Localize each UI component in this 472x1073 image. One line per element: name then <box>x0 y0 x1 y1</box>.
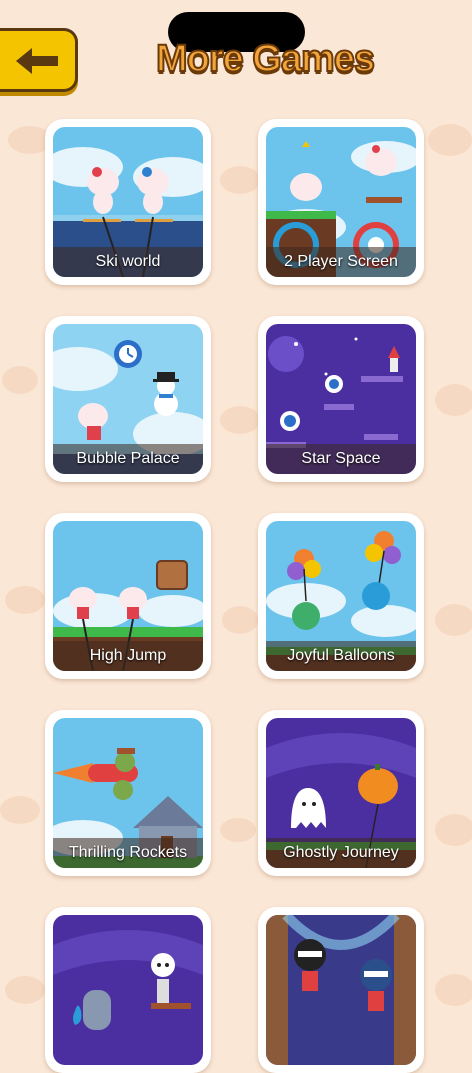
arrow-left-icon <box>16 48 58 74</box>
game-thumbnail <box>53 915 203 1065</box>
game-card-ghostly-journey[interactable]: Ghostly Journey <box>258 710 424 876</box>
game-label: Thrilling Rockets <box>68 844 188 861</box>
game-label: Star Space <box>301 450 381 467</box>
game-thumbnail: High Jump <box>53 521 203 671</box>
game-card-star-space[interactable]: Star Space <box>258 316 424 482</box>
game-card-thrilling-rockets[interactable]: Thrilling Rockets <box>45 710 211 876</box>
game-label-bar: Thrilling Rockets <box>53 838 203 868</box>
game-label-bar: High Jump <box>53 641 203 671</box>
game-thumbnail: 2 Player Screen <box>266 127 416 277</box>
game-label-bar: Ski world <box>53 247 203 277</box>
page-title: More Games <box>155 37 376 81</box>
game-card-joyful-balloons[interactable]: Joyful Balloons <box>258 513 424 679</box>
game-thumbnail: Ski world <box>53 127 203 277</box>
game-thumbnail: Thrilling Rockets <box>53 718 203 868</box>
game-thumbnail: Star Space <box>266 324 416 474</box>
game-label-bar: Bubble Palace <box>53 444 203 474</box>
game-label: Joyful Balloons <box>287 647 395 664</box>
game-thumbnail: Ghostly Journey <box>266 718 416 868</box>
game-label-bar: 2 Player Screen <box>266 247 416 277</box>
game-card-2-player-screen[interactable]: 2 Player Screen <box>258 119 424 285</box>
game-card-10[interactable] <box>258 907 424 1073</box>
back-button[interactable] <box>0 28 78 92</box>
game-label-bar: Joyful Balloons <box>266 641 416 671</box>
game-card-9[interactable] <box>45 907 211 1073</box>
game-label: 2 Player Screen <box>284 253 398 270</box>
game-thumbnail: Joyful Balloons <box>266 521 416 671</box>
game-label: Ghostly Journey <box>283 844 399 861</box>
game-card-ski-world[interactable]: Ski world <box>45 119 211 285</box>
game-label: Ski world <box>95 253 161 270</box>
game-thumbnail: Bubble Palace <box>53 324 203 474</box>
game-thumbnail <box>266 915 416 1065</box>
game-label-bar: Ghostly Journey <box>266 838 416 868</box>
game-card-bubble-palace[interactable]: Bubble Palace <box>45 316 211 482</box>
game-label-bar: Star Space <box>266 444 416 474</box>
game-label: High Jump <box>89 647 167 664</box>
game-card-high-jump[interactable]: High Jump <box>45 513 211 679</box>
game-label: Bubble Palace <box>76 450 180 467</box>
